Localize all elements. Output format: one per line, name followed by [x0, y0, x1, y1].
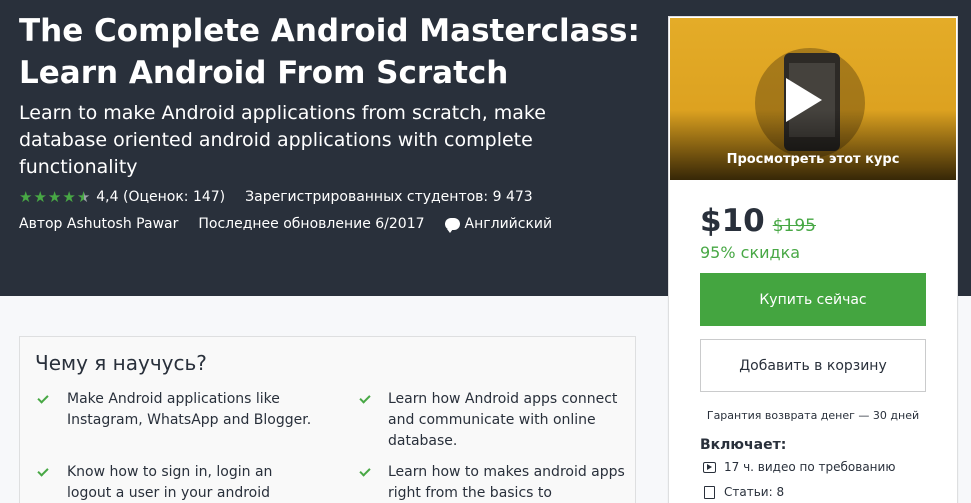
includes-item-text: 17 ч. видео по требованию — [724, 460, 896, 474]
learn-item-text: Learn how Android apps connect and commu… — [388, 391, 618, 449]
learn-item: Learn how Android apps connect and commu… — [388, 389, 638, 452]
what-you-will-learn: Чему я научусь? Make Android application… — [19, 336, 636, 503]
star-icon: ★ — [62, 188, 76, 206]
learn-item: Learn how to makes android apps right fr… — [388, 462, 638, 503]
document-icon — [704, 485, 715, 499]
last-updated: Последнее обновление 6/2017 — [198, 216, 425, 232]
star-icon: ★ — [19, 188, 33, 206]
original-price: $195 — [772, 216, 816, 236]
course-meta-row: Автор Ashutosh Pawar Последнее обновлени… — [19, 216, 553, 233]
discount-label: 95% скидка — [700, 243, 801, 262]
checkmark-icon — [37, 465, 49, 477]
add-to-cart-button[interactable]: Добавить в корзину — [700, 339, 926, 392]
current-price: $10 — [700, 203, 765, 239]
play-icon[interactable] — [786, 78, 822, 122]
learn-item: Know how to sign in, login an logout a u… — [67, 462, 317, 503]
rating-text: 4,4 (Оценок: 147) — [96, 189, 226, 205]
star-half-icon: ★ — [76, 188, 91, 206]
star-icon: ★ — [33, 188, 47, 206]
course-language: Английский — [464, 216, 553, 232]
includes-heading: Включает: — [700, 437, 787, 453]
star-icon: ★ — [47, 188, 62, 206]
students-count: Зарегистрированных студентов: 9 473 — [245, 189, 533, 205]
purchase-sidebar: Просмотреть этот курс $10 $195 95% скидк… — [668, 16, 958, 503]
checkmark-icon — [359, 465, 371, 477]
price-row: $10 $195 — [700, 203, 816, 239]
video-icon — [703, 461, 716, 473]
learn-heading: Чему я научусь? — [35, 351, 207, 375]
learn-item-text: Learn how to makes android apps right fr… — [388, 464, 625, 501]
includes-item-articles: Статьи: 8 — [703, 485, 784, 499]
buy-now-button[interactable]: Купить сейчас — [700, 273, 926, 326]
learn-item: Make Android applications like Instagram… — [67, 389, 317, 431]
course-title: The Complete Android Masterclass: Learn … — [19, 13, 640, 91]
course-subtitle: Learn to make Android applications from … — [19, 102, 546, 178]
chat-bubble-icon — [444, 218, 460, 233]
learn-item-text: Make Android applications like Instagram… — [67, 391, 312, 428]
money-back-guarantee: Гарантия возврата денег — 30 дней — [706, 409, 920, 422]
includes-item-video: 17 ч. видео по требованию — [703, 460, 895, 474]
rating-row: ★ ★ ★ ★ ★ 4,4 (Оценок: 147) Зарегистриро… — [19, 188, 533, 206]
course-preview-video[interactable]: Просмотреть этот курс — [670, 18, 956, 180]
checkmark-icon — [359, 392, 371, 404]
checkmark-icon — [37, 392, 49, 404]
rating-stars: ★ ★ ★ ★ ★ — [19, 188, 90, 206]
learn-item-text: Know how to sign in, login an logout a u… — [67, 464, 273, 501]
author-link[interactable]: Автор Ashutosh Pawar — [19, 216, 178, 232]
preview-caption[interactable]: Просмотреть этот курс — [670, 152, 956, 167]
includes-item-text: Статьи: 8 — [724, 485, 785, 499]
